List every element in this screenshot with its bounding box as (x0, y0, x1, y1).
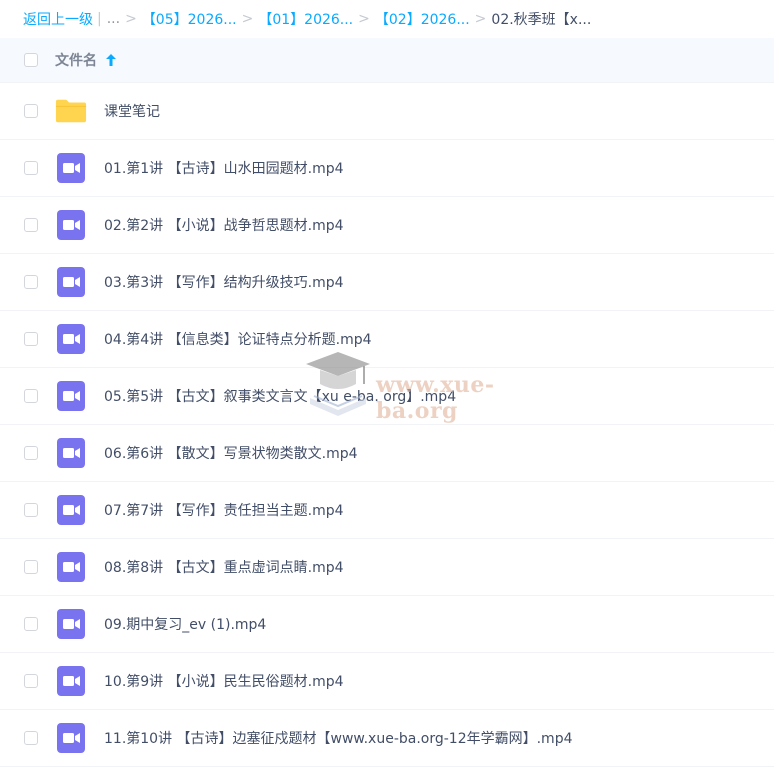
file-list: 课堂笔记 01.第1讲 【古诗】山水田园题材.mp4 02.第2讲 【小说】战争哲思… (0, 83, 774, 767)
video-file-icon (55, 723, 87, 753)
file-row[interactable]: 03.第3讲 【写作】结构升级技巧.mp4 (0, 254, 774, 311)
video-file-icon (55, 552, 87, 582)
file-row[interactable]: 04.第4讲 【信息类】论证特点分析题.mp4 (0, 311, 774, 368)
arrow-up-icon (106, 54, 116, 66)
row-checkbox[interactable] (24, 104, 38, 118)
file-name[interactable]: 05.第5讲 【古文】叙事类文言文【xu e-ba. org】.mp4 (104, 386, 456, 406)
file-row[interactable]: 05.第5讲 【古文】叙事类文言文【xu e-ba. org】.mp4 (0, 368, 774, 425)
file-name[interactable]: 09.期中复习_ev (1).mp4 (104, 614, 266, 634)
row-checkbox[interactable] (24, 446, 38, 460)
back-link[interactable]: 返回上一级 (23, 9, 93, 29)
video-file-icon (55, 609, 87, 639)
video-file-icon (55, 324, 87, 354)
breadcrumb-separator: > (474, 11, 487, 27)
file-row[interactable]: 02.第2讲 【小说】战争哲思题材.mp4 (0, 197, 774, 254)
row-checkbox[interactable] (24, 389, 38, 403)
breadcrumb-separator: > (241, 11, 254, 27)
row-checkbox[interactable] (24, 161, 38, 175)
row-checkbox[interactable] (24, 617, 38, 631)
file-name[interactable]: 08.第8讲 【古文】重点虚词点睛.mp4 (104, 557, 344, 577)
breadcrumb-current: 02.秋季班【x... (491, 12, 592, 28)
breadcrumb-pipe: | (97, 11, 102, 27)
row-checkbox[interactable] (24, 503, 38, 517)
file-list-header: 文件名 (0, 38, 774, 83)
file-name[interactable]: 03.第3讲 【写作】结构升级技巧.mp4 (104, 272, 344, 292)
breadcrumb-item-3[interactable]: 【02】2026... (375, 9, 470, 29)
file-name[interactable]: 07.第7讲 【写作】责任担当主题.mp4 (104, 500, 344, 520)
video-file-icon (55, 438, 87, 468)
video-file-icon (55, 210, 87, 240)
breadcrumb-item-1[interactable]: 【05】2026... (142, 9, 237, 29)
file-row[interactable]: 11.第10讲 【古诗】边塞征戍题材【www.xue-ba.org-12年学霸网… (0, 710, 774, 767)
file-name[interactable]: 课堂笔记 (104, 101, 160, 121)
column-filename-label: 文件名 (55, 53, 97, 69)
video-file-icon (55, 495, 87, 525)
row-checkbox[interactable] (24, 560, 38, 574)
breadcrumb-separator: > (358, 11, 370, 27)
row-checkbox[interactable] (24, 674, 38, 688)
row-checkbox[interactable] (24, 332, 38, 346)
column-filename-header[interactable]: 文件名 (55, 50, 116, 70)
breadcrumb-item-2[interactable]: 【01】2026... (258, 9, 353, 29)
file-row[interactable]: 08.第8讲 【古文】重点虚词点睛.mp4 (0, 539, 774, 596)
file-name[interactable]: 11.第10讲 【古诗】边塞征戍题材【www.xue-ba.org-12年学霸网… (104, 728, 573, 748)
video-file-icon (55, 381, 87, 411)
file-name[interactable]: 02.第2讲 【小说】战争哲思题材.mp4 (104, 215, 344, 235)
file-name[interactable]: 01.第1讲 【古诗】山水田园题材.mp4 (104, 158, 344, 178)
file-name[interactable]: 04.第4讲 【信息类】论证特点分析题.mp4 (104, 329, 372, 349)
video-file-icon (55, 153, 87, 183)
file-row[interactable]: 06.第6讲 【散文】写景状物类散文.mp4 (0, 425, 774, 482)
file-row[interactable]: 课堂笔记 (0, 83, 774, 140)
file-row[interactable]: 09.期中复习_ev (1).mp4 (0, 596, 774, 653)
file-name[interactable]: 06.第6讲 【散文】写景状物类散文.mp4 (104, 443, 358, 463)
video-file-icon (55, 267, 87, 297)
breadcrumb-ellipsis[interactable]: ... (107, 11, 120, 27)
file-name[interactable]: 10.第9讲 【小说】民生民俗题材.mp4 (104, 671, 344, 691)
file-row[interactable]: 10.第9讲 【小说】民生民俗题材.mp4 (0, 653, 774, 710)
breadcrumb: 返回上一级 | ... > 【05】2026... > 【01】2026... … (0, 0, 774, 38)
video-file-icon (55, 666, 87, 696)
file-row[interactable]: 01.第1讲 【古诗】山水田园题材.mp4 (0, 140, 774, 197)
select-all-checkbox[interactable] (24, 53, 38, 67)
file-row[interactable]: 07.第7讲 【写作】责任担当主题.mp4 (0, 482, 774, 539)
folder-icon (55, 97, 87, 125)
row-checkbox[interactable] (24, 731, 38, 745)
row-checkbox[interactable] (24, 218, 38, 232)
breadcrumb-separator: > (125, 11, 137, 27)
row-checkbox[interactable] (24, 275, 38, 289)
